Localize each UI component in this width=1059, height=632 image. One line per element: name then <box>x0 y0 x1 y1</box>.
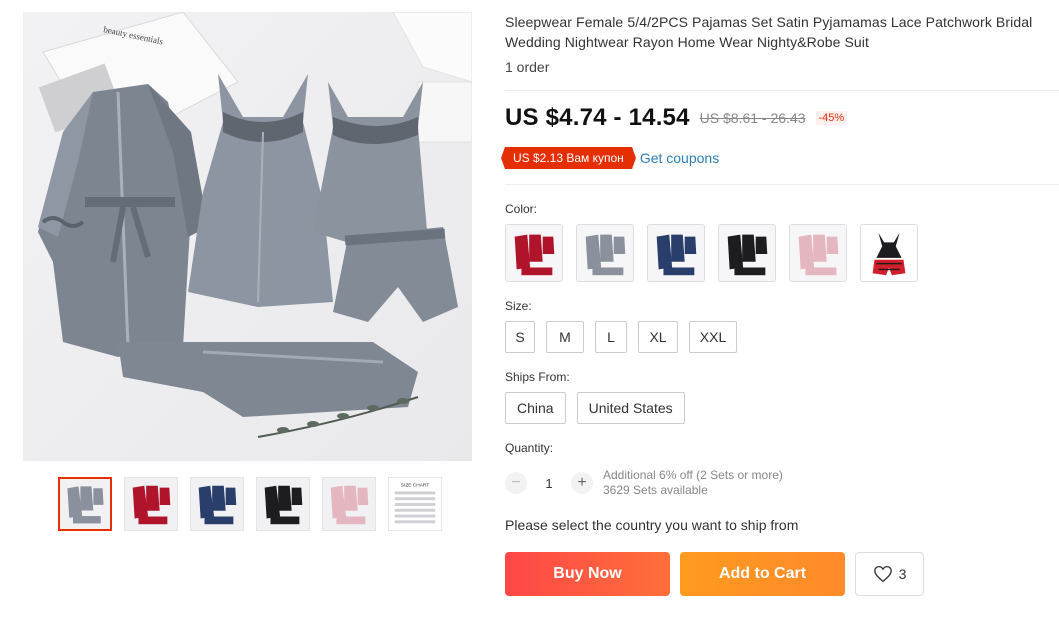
swatch-red[interactable] <box>505 224 563 282</box>
thumbnail-navy[interactable] <box>190 477 244 531</box>
quantity-label: Quantity: <box>505 441 554 455</box>
swatch-grey[interactable] <box>576 224 634 282</box>
size-label: Size: <box>505 299 532 313</box>
order-count: 1 order <box>505 59 550 75</box>
price-row: US $4.74 - 14.54 US $8.61 - 26.43 -45% <box>505 104 848 132</box>
size-option-m[interactable]: M <box>546 321 584 353</box>
size-chart-label: SIZE CHART <box>401 483 429 489</box>
coupon-tag[interactable]: US $2.13 Вам купон <box>501 147 636 169</box>
divider <box>505 184 1059 185</box>
satin-cami <box>313 82 428 247</box>
color-swatches <box>505 224 918 282</box>
get-coupons-link[interactable]: Get coupons <box>640 150 719 166</box>
product-photo: beauty essentials <box>38 12 472 438</box>
thumbnail-size-chart[interactable]: SIZE CHART <box>388 477 442 531</box>
quantity-value[interactable]: 1 <box>527 476 571 491</box>
main-product-image[interactable]: beauty essentials <box>23 12 472 461</box>
swatch-navy[interactable] <box>647 224 705 282</box>
quantity-stepper: − 1 + Additional 6% off (2 Sets or more)… <box>505 468 783 498</box>
size-option-xxl[interactable]: XXL <box>689 321 737 353</box>
product-info: Sleepwear Female 5/4/2PCS Pajamas Set Sa… <box>505 12 1055 75</box>
ship-option-united-states[interactable]: United States <box>576 392 685 424</box>
thumbnail-grey[interactable] <box>58 477 112 531</box>
original-price: US $8.61 - 26.43 <box>699 110 806 126</box>
discount-badge: -45% <box>815 111 848 125</box>
thumbnail-strip: SIZE CHART <box>58 477 442 531</box>
ships-from-options: China United States <box>505 392 685 424</box>
quantity-info: Additional 6% off (2 Sets or more) 3629 … <box>603 468 783 498</box>
current-price: US $4.74 - 14.54 <box>505 104 690 131</box>
buy-now-button[interactable]: Buy Now <box>505 552 670 596</box>
product-title: Sleepwear Female 5/4/2PCS Pajamas Set Sa… <box>505 14 1033 50</box>
size-option-l[interactable]: L <box>595 321 627 353</box>
swatch-pink[interactable] <box>789 224 847 282</box>
ships-from-label: Ships From: <box>505 370 570 384</box>
quantity-decrease-button[interactable]: − <box>505 472 527 494</box>
size-option-xl[interactable]: XL <box>638 321 678 353</box>
ship-option-china[interactable]: China <box>505 392 566 424</box>
coupon-row: US $2.13 Вам купон Get coupons <box>501 147 719 169</box>
size-option-s[interactable]: S <box>505 321 535 353</box>
satin-nightgown <box>188 74 333 307</box>
add-to-cart-button[interactable]: Add to Cart <box>680 552 845 596</box>
swatch-black-red[interactable] <box>860 224 918 282</box>
divider <box>505 90 1059 91</box>
bulk-discount-note: Additional 6% off (2 Sets or more) <box>603 468 783 482</box>
action-buttons: Buy Now Add to Cart 3 <box>505 552 924 596</box>
stock-available: 3629 Sets available <box>603 483 708 497</box>
heart-icon <box>873 565 892 583</box>
wishlist-button[interactable]: 3 <box>855 552 924 596</box>
thumbnail-black[interactable] <box>256 477 310 531</box>
swatch-black[interactable] <box>718 224 776 282</box>
color-label: Color: <box>505 202 538 216</box>
thumbnail-red[interactable] <box>124 477 178 531</box>
thumbnail-pink[interactable] <box>322 477 376 531</box>
satin-shorts <box>333 227 458 322</box>
wishlist-count: 3 <box>898 566 907 582</box>
quantity-increase-button[interactable]: + <box>571 472 593 494</box>
shipping-notice: Please select the country you want to sh… <box>505 517 799 533</box>
size-options: S M L XL XXL <box>505 321 737 353</box>
